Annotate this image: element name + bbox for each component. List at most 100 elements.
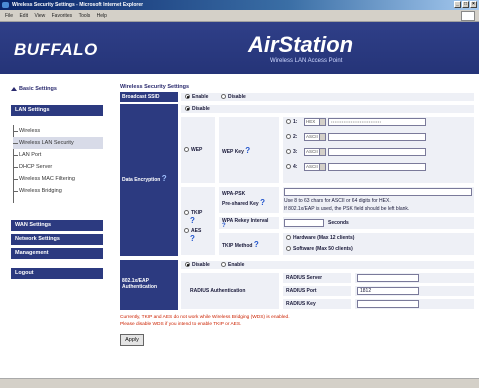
wep-key-4-input[interactable] <box>328 163 426 171</box>
product-subtitle: Wireless LAN Access Point <box>270 58 343 64</box>
tkip-method-label: TKIP Method ? <box>222 240 259 249</box>
radius-port-input[interactable]: 1812 <box>357 287 419 295</box>
wep-key-3-select-radio[interactable] <box>286 149 291 155</box>
wep-label: WEP <box>191 147 203 153</box>
minimize-icon[interactable]: _ <box>454 1 461 8</box>
help-icon[interactable]: ? <box>222 223 226 229</box>
ie-icon <box>2 2 9 8</box>
ssid-enable-option[interactable]: Enable <box>185 94 208 100</box>
wds-warning-2: Please disable WDS if you intend to enab… <box>120 322 242 327</box>
help-icon[interactable]: ? <box>190 234 195 243</box>
radius-server-input[interactable] <box>357 274 419 282</box>
tkip-radio[interactable] <box>184 210 189 216</box>
basic-settings-label: Basic Settings <box>19 86 57 92</box>
sidebar-item-wireless-lan-security[interactable]: Wireless LAN Security <box>13 137 103 149</box>
wep-key-3-type-select[interactable]: ASCII <box>304 148 326 156</box>
rekey-interval-input[interactable] <box>284 219 324 227</box>
encryption-disable-radio[interactable] <box>185 106 190 112</box>
tkip-hardware-radio[interactable] <box>286 235 291 241</box>
wep-key-3-num: 3: <box>293 149 298 155</box>
sidebar-item-mac-filtering[interactable]: Wireless MAC Filtering <box>13 173 103 185</box>
wep-key-1-select-radio[interactable] <box>286 119 291 125</box>
sidebar-item-lan-port[interactable]: LAN Port <box>13 149 103 161</box>
radius-auth-label: RADIUS Authentication <box>190 288 246 294</box>
help-icon[interactable]: ? <box>260 198 265 207</box>
wep-key-2-select-radio[interactable] <box>286 134 291 140</box>
broadcast-ssid-label: Broadcast SSID <box>120 92 178 102</box>
eap-disable-option[interactable]: Disable <box>185 262 210 268</box>
menu-tools[interactable]: Tools <box>79 10 91 22</box>
encryption-disable-cell <box>180 104 475 114</box>
wep-key-label: WEP Key ? <box>222 146 251 155</box>
wep-key-4-num: 4: <box>293 164 298 170</box>
wep-option[interactable]: WEP <box>184 147 202 153</box>
wep-key-4-select-radio[interactable] <box>286 164 291 170</box>
menu-file[interactable]: File <box>5 10 13 22</box>
preshared-key-input[interactable] <box>284 188 472 196</box>
wep-key-2-radio[interactable]: 2: <box>286 134 297 140</box>
wep-key-4-type-select[interactable]: ASCII <box>304 163 326 171</box>
help-icon[interactable]: ? <box>254 240 259 249</box>
ssid-disable-option[interactable]: Disable <box>221 94 246 100</box>
window-title: Wireless Security Settings - Microsoft I… <box>12 2 144 8</box>
basic-settings-link[interactable]: Basic Settings <box>11 86 57 92</box>
psk-hint-1: Use 8 to 63 chars for ASCII or 64 digits… <box>284 198 391 204</box>
eap-disable-radio[interactable] <box>185 262 190 268</box>
rekey-label: WPA Rekey Interval <box>222 218 269 224</box>
data-encryption-label: Data Encryption ? <box>120 104 178 256</box>
radius-server-label: RADIUS Server <box>286 275 323 281</box>
sidebar-item-wireless[interactable]: Wireless <box>13 125 103 137</box>
help-icon[interactable]: ? <box>245 146 250 155</box>
windows-logo-icon <box>461 11 475 21</box>
apply-button[interactable]: Apply <box>120 334 144 346</box>
wep-key-2-num: 2: <box>293 134 298 140</box>
eap-disable-label: Disable <box>192 262 210 268</box>
eap-enable-option[interactable]: Enable <box>221 262 244 268</box>
ssid-disable-radio[interactable] <box>221 94 226 100</box>
header-banner: BUFFALO AirStation Wireless LAN Access P… <box>0 22 479 74</box>
sidebar-item-management[interactable]: Management <box>11 248 103 259</box>
wep-key-2-input[interactable] <box>328 133 426 141</box>
wep-key-1-mask: •••••••••••••••••••••••••••• <box>331 119 382 124</box>
menu-help[interactable]: Help <box>97 10 107 22</box>
wep-key-1-radio[interactable]: 1: <box>286 119 297 125</box>
sidebar-item-lan-settings[interactable]: LAN Settings <box>11 105 103 116</box>
wds-warning-1: Currently, TKIP and AES do not work whil… <box>120 315 290 320</box>
wep-radio[interactable] <box>184 147 189 153</box>
status-bar <box>0 378 479 388</box>
help-icon[interactable]: ? <box>162 174 167 183</box>
sidebar-item-wan-settings[interactable]: WAN Settings <box>11 220 103 231</box>
menu-view[interactable]: View <box>34 10 45 22</box>
tkip-software-label: Software (Max 50 clients) <box>293 246 353 252</box>
wep-key-3-radio[interactable]: 3: <box>286 149 297 155</box>
ssid-enable-radio[interactable] <box>185 94 190 100</box>
close-icon[interactable]: × <box>470 1 477 8</box>
page-title: Wireless Security Settings <box>120 84 190 90</box>
wep-key-3-input[interactable] <box>328 148 426 156</box>
tkip-software-option[interactable]: Software (Max 50 clients) <box>286 246 353 252</box>
encryption-disable-option[interactable]: Disable <box>185 106 210 112</box>
radius-key-input[interactable] <box>357 300 419 308</box>
buffalo-logo: BUFFALO <box>14 40 98 59</box>
radius-port-label: RADIUS Port <box>286 288 317 294</box>
sidebar-item-wireless-bridging[interactable]: Wireless Bridging <box>13 185 103 197</box>
tkip-software-radio[interactable] <box>286 246 291 252</box>
wep-key-4-radio[interactable]: 4: <box>286 164 297 170</box>
tkip-hardware-option[interactable]: Hardware (Max 12 clients) <box>286 235 354 241</box>
sidebar-item-network-settings[interactable]: Network Settings <box>11 234 103 245</box>
wep-key-2-type-select[interactable]: ASCII <box>304 133 326 141</box>
menu-bar: File Edit View Favorites Tools Help <box>0 10 479 22</box>
sidebar-item-logout[interactable]: Logout <box>11 268 103 279</box>
ssid-disable-label: Disable <box>228 94 246 100</box>
wep-key-1-num: 1: <box>293 119 298 125</box>
preshared-key-label: Pre-shared Key ? <box>222 198 265 207</box>
maximize-icon[interactable]: □ <box>462 1 469 8</box>
eap-enable-radio[interactable] <box>221 262 226 268</box>
menu-favorites[interactable]: Favorites <box>52 10 73 22</box>
menu-edit[interactable]: Edit <box>19 10 28 22</box>
wep-key-1-type-select[interactable]: HEX <box>304 118 326 126</box>
aes-radio[interactable] <box>184 228 189 234</box>
sidebar-item-dhcp-server[interactable]: DHCP Server <box>13 161 103 173</box>
help-icon[interactable]: ? <box>190 216 195 225</box>
airstation-logo: AirStation <box>248 32 354 57</box>
